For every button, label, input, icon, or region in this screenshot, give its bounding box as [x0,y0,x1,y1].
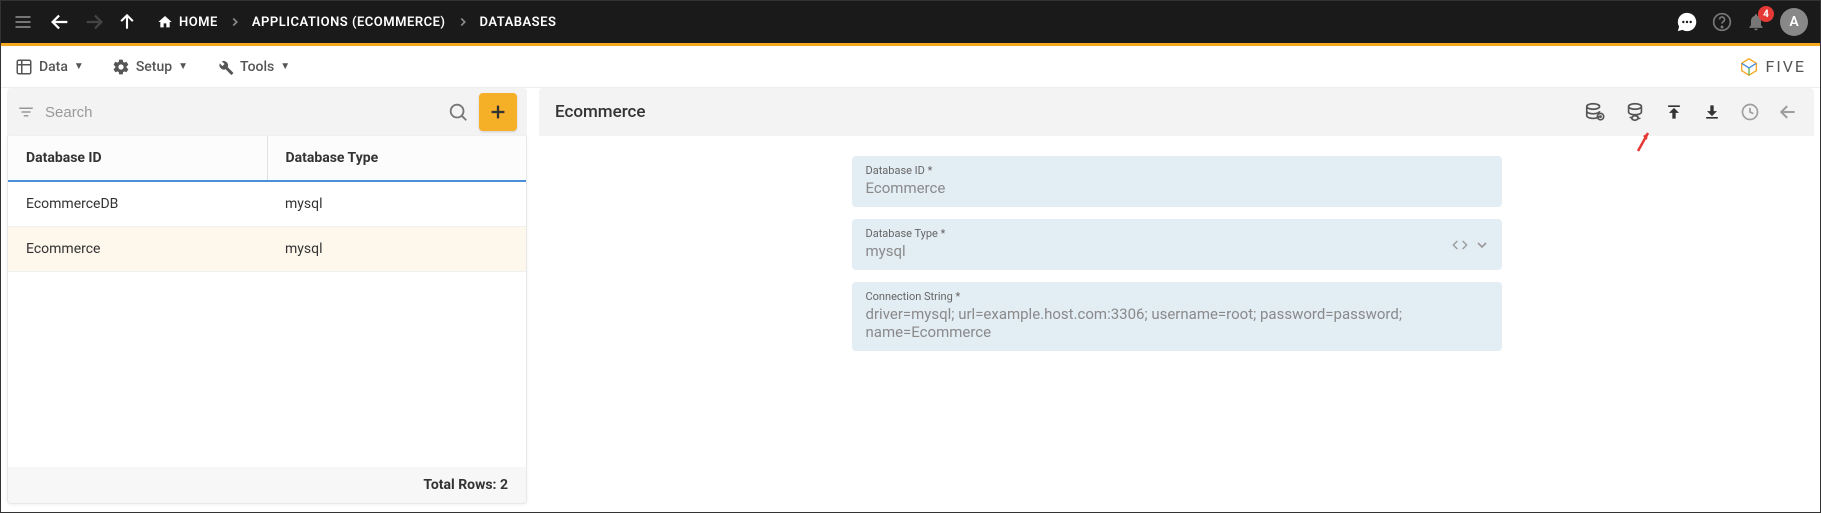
history-icon[interactable] [1740,102,1760,122]
db-connect-icon[interactable] [1584,101,1606,123]
table-header: Database ID Database Type [8,136,526,182]
field-suffix [1452,237,1490,253]
search-wrap [17,101,469,123]
search-icon[interactable] [447,101,469,123]
chevron-down-icon[interactable] [1474,237,1490,253]
breadcrumb-databases[interactable]: DATABASES [480,15,557,30]
detail-body: Database ID * Ecommerce Database Type * … [539,136,1814,504]
breadcrumb-applications[interactable]: APPLICATIONS (ECOMMERCE) [252,15,446,30]
breadcrumb-label: DATABASES [480,15,557,30]
table-row[interactable]: EcommerceDB mysql [8,182,526,227]
db-sync-icon[interactable] [1624,101,1646,123]
menu-tools[interactable]: Tools ▼ [216,58,290,76]
list-panel-header [7,88,527,136]
dropdown-icon: ▼ [74,61,84,72]
filter-icon[interactable] [17,103,35,121]
menu-setup[interactable]: Setup ▼ [112,58,188,76]
cell-database-id: EcommerceDB [8,182,267,226]
field-label: Database Type * [866,227,1488,240]
back-arrow-icon[interactable] [1778,102,1798,122]
field-value: driver=mysql; url=example.host.com:3306;… [866,305,1488,341]
field-value: mysql [866,242,1488,260]
download-icon[interactable] [1702,102,1722,122]
col-database-id[interactable]: Database ID [8,136,267,180]
field-database-id[interactable]: Database ID * Ecommerce [852,156,1502,207]
table-row[interactable]: Ecommerce mysql [8,227,526,272]
chat-icon[interactable] [1676,11,1698,33]
up-icon[interactable] [117,12,137,32]
field-label: Database ID * [866,164,1488,177]
field-value: Ecommerce [866,179,1488,197]
field-label: Connection String * [866,290,1488,303]
table-footer: Total Rows: 2 [8,467,526,503]
field-database-type[interactable]: Database Type * mysql [852,219,1502,270]
avatar[interactable]: A [1780,8,1808,36]
back-icon[interactable] [49,11,71,33]
breadcrumb-home[interactable]: HOME [157,14,218,30]
breadcrumb: HOME APPLICATIONS (ECOMMERCE) DATABASES [157,14,556,30]
menu-data[interactable]: Data ▼ [15,58,84,76]
col-database-type[interactable]: Database Type [267,136,527,180]
brand-text: FIVE [1766,57,1806,76]
dropdown-icon: ▼ [178,61,188,72]
menu-label: Setup [136,59,172,75]
field-connection-string[interactable]: Connection String * driver=mysql; url=ex… [852,282,1502,351]
cell-database-id: Ecommerce [8,227,267,271]
notification-badge: 4 [1758,6,1774,22]
add-button[interactable] [479,93,517,131]
cell-database-type: mysql [267,182,526,226]
menu-label: Tools [240,59,274,75]
upload-icon[interactable] [1664,102,1684,122]
top-header: HOME APPLICATIONS (ECOMMERCE) DATABASES [1,1,1820,43]
data-table: Database ID Database Type EcommerceDB my… [7,136,527,504]
help-icon[interactable] [1712,12,1732,32]
detail-title: Ecommerce [555,102,1570,122]
notification-icon[interactable]: 4 [1746,12,1766,32]
detail-panel: Ecommerce [539,88,1814,504]
forward-icon [83,11,105,33]
avatar-letter: A [1789,14,1798,30]
menu-bar: Data ▼ Setup ▼ Tools ▼ FIVE [1,46,1820,88]
search-input[interactable] [45,104,437,121]
dropdown-icon: ▼ [280,61,290,72]
code-icon[interactable] [1452,237,1468,253]
menu-icon[interactable] [13,12,33,32]
detail-actions [1584,101,1798,123]
chevron-right-icon [228,15,242,29]
chevron-right-icon [456,15,470,29]
cell-database-type: mysql [267,227,526,271]
main-content: Database ID Database Type EcommerceDB my… [1,88,1820,510]
breadcrumb-label: APPLICATIONS (ECOMMERCE) [252,15,446,30]
menu-label: Data [39,59,68,75]
list-panel: Database ID Database Type EcommerceDB my… [7,88,527,504]
detail-panel-header: Ecommerce [539,88,1814,136]
brand-logo: FIVE [1738,56,1806,78]
breadcrumb-label: HOME [179,15,218,30]
